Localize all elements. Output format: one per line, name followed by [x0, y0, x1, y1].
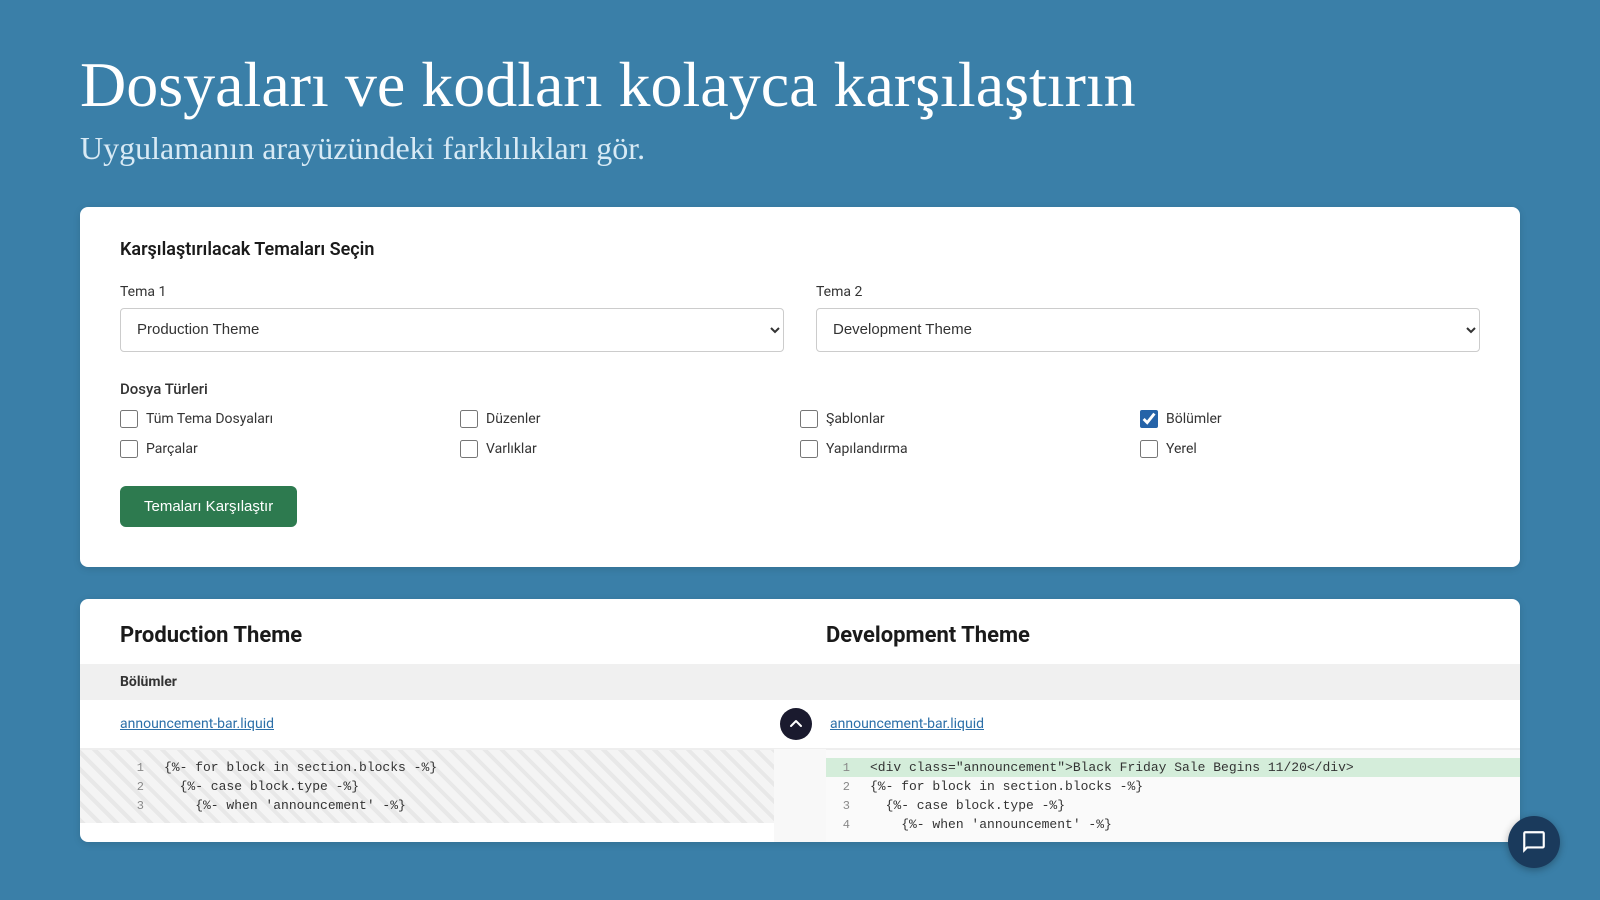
checkbox-all-label: Tüm Tema Dosyaları [146, 411, 273, 427]
checkbox-snippets-input[interactable] [120, 440, 138, 458]
left-line-3: 3 {%- when 'announcement' -%} [120, 796, 774, 815]
left-line-num-2: 2 [120, 779, 156, 794]
diff-divider [774, 749, 826, 842]
left-line-num-3: 3 [120, 798, 156, 813]
right-line-num-3: 3 [826, 798, 862, 813]
theme1-select[interactable]: Production Theme Development Theme Stagi… [120, 308, 784, 352]
right-line-num-2: 2 [826, 779, 862, 794]
checkbox-locales-input[interactable] [1140, 440, 1158, 458]
results-card: Production Theme Development Theme Bölüm… [80, 599, 1520, 842]
checkbox-layouts-label: Düzenler [486, 411, 540, 427]
left-line-content-2: {%- case block.type -%} [156, 779, 774, 794]
checkbox-templates[interactable]: Şablonlar [800, 410, 1140, 428]
compare-button[interactable]: Temaları Karşılaştır [120, 486, 297, 527]
checkbox-config-input[interactable] [800, 440, 818, 458]
left-theme-title: Production Theme [120, 623, 774, 664]
results-header: Production Theme Development Theme [80, 599, 1520, 664]
file-types-section: Dosya Türleri Tüm Tema Dosyaları Düzenle… [120, 380, 1480, 458]
hero-title: Dosyaları ve kodları kolayca karşılaştır… [80, 48, 1520, 122]
hero-section: Dosyaları ve kodları kolayca karşılaştır… [0, 0, 1600, 207]
right-line-4: 4 {%- when 'announcement' -%} [826, 815, 1520, 834]
right-line-content-4: {%- when 'announcement' -%} [862, 817, 1520, 832]
theme2-select[interactable]: Production Theme Development Theme Stagi… [816, 308, 1480, 352]
diff-container: 1 {%- for block in section.blocks -%} 2 … [80, 749, 1520, 842]
checkbox-all[interactable]: Tüm Tema Dosyaları [120, 410, 460, 428]
left-code-block: 1 {%- for block in section.blocks -%} 2 … [120, 758, 774, 815]
right-line-3: 3 {%- case block.type -%} [826, 796, 1520, 815]
hero-subtitle: Uygulamanın arayüzündeki farklılıkları g… [80, 130, 1520, 167]
checkboxes-grid: Tüm Tema Dosyaları Düzenler Şablonlar Bö… [120, 410, 1480, 458]
right-code-block: 1 <div class="announcement">Black Friday… [826, 758, 1520, 834]
left-line-2: 2 {%- case block.type -%} [120, 777, 774, 796]
left-file-link[interactable]: announcement-bar.liquid [120, 716, 770, 732]
right-line-2: 2 {%- for block in section.blocks -%} [826, 777, 1520, 796]
checkbox-config[interactable]: Yapılandırma [800, 440, 1140, 458]
chevron-up-icon [789, 717, 803, 731]
checkbox-snippets[interactable]: Parçalar [120, 440, 460, 458]
checkbox-layouts-input[interactable] [460, 410, 478, 428]
checkbox-sections[interactable]: Bölümler [1140, 410, 1480, 428]
checkbox-assets-label: Varlıklar [486, 441, 537, 457]
left-code-area: 1 {%- for block in section.blocks -%} 2 … [80, 749, 774, 823]
right-line-content-1: <div class="announcement">Black Friday S… [862, 760, 1520, 775]
checkbox-templates-label: Şablonlar [826, 411, 885, 427]
checkbox-locales-label: Yerel [1166, 441, 1197, 457]
right-code-area: 1 <div class="announcement">Black Friday… [826, 749, 1520, 842]
checkbox-layouts[interactable]: Düzenler [460, 410, 800, 428]
checkbox-assets[interactable]: Varlıklar [460, 440, 800, 458]
theme2-label: Tema 2 [816, 284, 1480, 300]
right-line-num-4: 4 [826, 817, 862, 832]
right-file-link[interactable]: announcement-bar.liquid [822, 716, 1480, 732]
left-diff-side: 1 {%- for block in section.blocks -%} 2 … [80, 749, 774, 842]
right-line-content-3: {%- case block.type -%} [862, 798, 1520, 813]
right-line-num-1: 1 [826, 760, 862, 775]
file-row: announcement-bar.liquid announcement-bar… [80, 700, 1520, 749]
checkbox-sections-label: Bölümler [1166, 411, 1222, 427]
chat-button[interactable] [1508, 816, 1560, 868]
left-line-num-1: 1 [120, 760, 156, 775]
checkbox-snippets-label: Parçalar [146, 441, 198, 457]
checkbox-assets-input[interactable] [460, 440, 478, 458]
checkbox-locales[interactable]: Yerel [1140, 440, 1480, 458]
sections-header: Bölümler [80, 664, 1520, 700]
form-card: Karşılaştırılacak Temaları Seçin Tema 1 … [80, 207, 1520, 567]
theme1-label: Tema 1 [120, 284, 784, 300]
checkbox-sections-input[interactable] [1140, 410, 1158, 428]
file-types-title: Dosya Türleri [120, 380, 1480, 398]
themes-row: Tema 1 Production Theme Development Them… [120, 284, 1480, 352]
toggle-area [770, 708, 822, 740]
card-title: Karşılaştırılacak Temaları Seçin [120, 239, 1480, 260]
right-diff-side: 1 <div class="announcement">Black Friday… [826, 749, 1520, 842]
left-line-content-1: {%- for block in section.blocks -%} [156, 760, 774, 775]
theme2-selector: Tema 2 Production Theme Development Them… [816, 284, 1480, 352]
header-divider [774, 623, 826, 664]
chat-icon [1521, 829, 1547, 855]
toggle-button[interactable] [780, 708, 812, 740]
left-line-1: 1 {%- for block in section.blocks -%} [120, 758, 774, 777]
checkbox-config-label: Yapılandırma [826, 441, 908, 457]
right-theme-title: Development Theme [826, 623, 1480, 664]
theme1-selector: Tema 1 Production Theme Development Them… [120, 284, 784, 352]
checkbox-templates-input[interactable] [800, 410, 818, 428]
left-line-content-3: {%- when 'announcement' -%} [156, 798, 774, 813]
right-line-content-2: {%- for block in section.blocks -%} [862, 779, 1520, 794]
right-line-1: 1 <div class="announcement">Black Friday… [826, 758, 1520, 777]
checkbox-all-input[interactable] [120, 410, 138, 428]
